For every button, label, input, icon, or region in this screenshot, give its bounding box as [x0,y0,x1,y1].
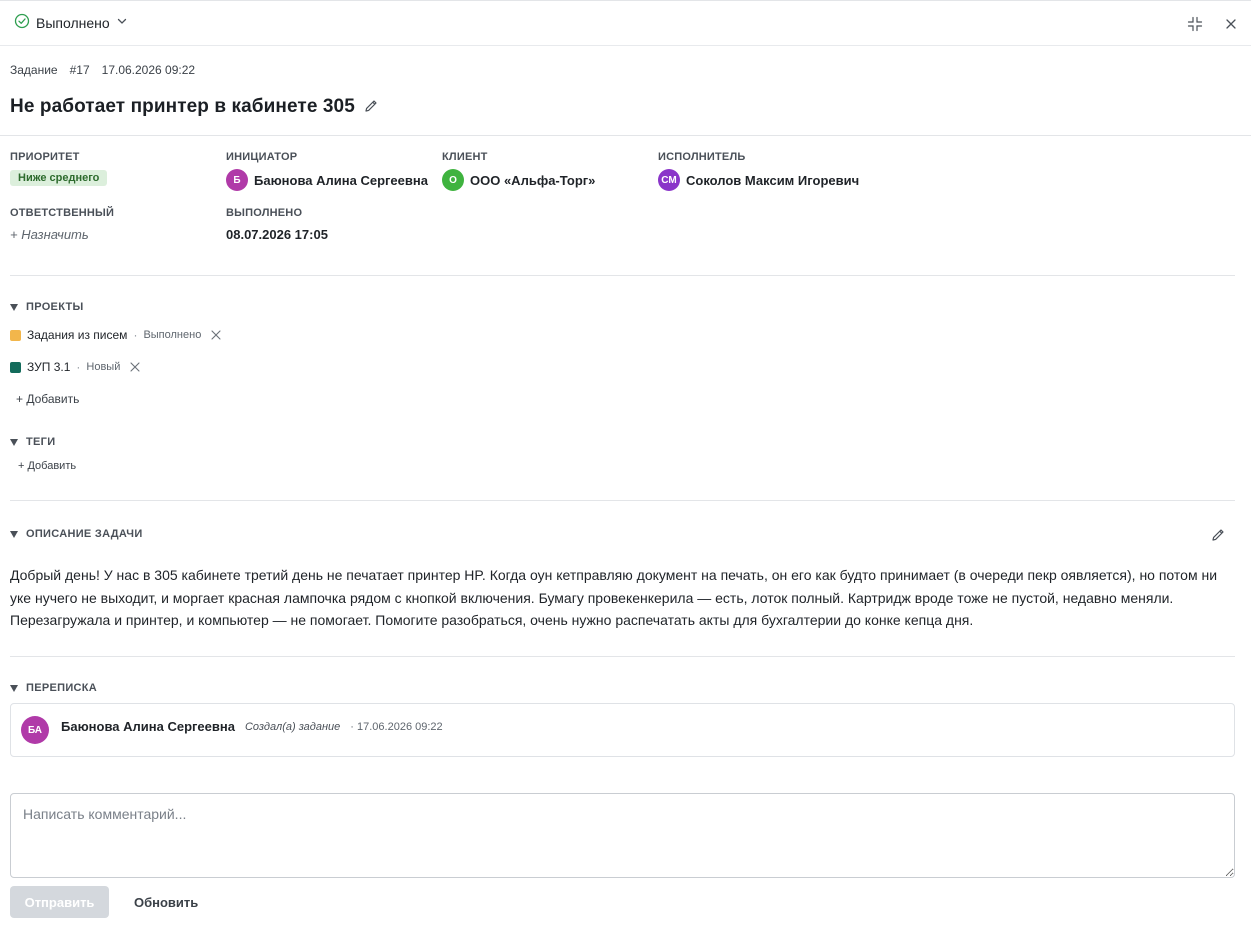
send-button[interactable]: Отправить [10,886,109,918]
triangle-down-icon [10,530,18,538]
status-label: Выполнено [36,14,110,31]
projects-title: ПРОЕКТЫ [26,301,84,313]
responsible-field: ОТВЕТСТВЕННЫЙ + Назначить [10,207,114,242]
project-status: Выполнено [143,329,202,341]
client-avatar: О [442,169,464,191]
pencil-icon[interactable] [363,98,379,117]
triangle-down-icon [10,303,18,311]
title-row: Не работает принтер в кабинете 305 [10,96,379,118]
executor-avatar: СМ [658,169,680,191]
add-project-link[interactable]: + Добавить [16,392,79,406]
executor-name[interactable]: Соколов Максим Игоревич [686,173,859,188]
close-icon[interactable] [1221,14,1241,34]
status-dropdown[interactable]: Выполнено [14,13,128,32]
description-section-toggle[interactable]: ОПИСАНИЕ ЗАДАЧИ [10,528,143,540]
initiator-label: ИНИЦИАТОР [226,151,298,163]
project-status: Новый [86,361,121,373]
task-number: #17 [69,63,90,77]
initiator-field: ИНИЦИАТОР Б Баюнова Алина Сергеевна [226,151,428,191]
tags-section-toggle[interactable]: ТЕГИ [10,436,55,448]
check-circle-icon [14,13,30,32]
completed-field: ВЫПОЛНЕНО 08.07.2026 17:05 [226,207,328,242]
priority-badge[interactable]: Ниже среднего [10,170,108,186]
client-name[interactable]: ООО «Альфа-Торг» [470,173,595,188]
project-name: ЗУП 3.1 [27,360,71,374]
completed-value: 08.07.2026 17:05 [226,227,328,242]
project-item[interactable]: ЗУП 3.1 · Новый [10,360,140,374]
completed-label: ВЫПОЛНЕНО [226,207,303,219]
task-type: Задание [10,63,58,77]
comment-author[interactable]: Баюнова Алина Сергеевна [61,719,235,734]
description-title: ОПИСАНИЕ ЗАДАЧИ [26,528,143,540]
tags-title: ТЕГИ [26,436,56,448]
task-meta: Задание #17 17.06.2026 09:22 [10,63,195,77]
comment-input[interactable] [10,793,1235,878]
add-tag-link[interactable]: + Добавить [18,460,76,472]
correspondence-section-toggle[interactable]: ПЕРЕПИСКА [10,682,97,694]
top-bar: Выполнено [0,0,1251,46]
project-name: Задания из писем [27,328,128,342]
client-label: КЛИЕНТ [442,151,488,163]
separator-dot: · [133,328,138,342]
divider [10,500,1235,501]
executor-label: ИСПОЛНИТЕЛЬ [658,151,746,163]
avatar: БА [21,716,49,744]
comment-card: БА Баюнова Алина Сергеевна Создал(а) зад… [10,703,1235,757]
initiator-name[interactable]: Баюнова Алина Сергеевна [254,173,428,188]
priority-label: ПРИОРИТЕТ [10,151,80,163]
project-color-swatch [10,361,21,373]
separator-dot: · [76,360,81,374]
task-created: 17.06.2026 09:22 [101,63,196,77]
priority-field: ПРИОРИТЕТ Ниже среднего [10,151,108,186]
assign-link[interactable]: + Назначить [10,227,89,242]
responsible-label: ОТВЕТСТВЕННЫЙ [10,207,115,219]
correspondence-title: ПЕРЕПИСКА [26,682,98,694]
description-text: Добрый день! У нас в 305 кабинете третий… [10,567,1218,628]
project-item[interactable]: Задания из писем · Выполнено [10,328,221,342]
projects-section-toggle[interactable]: ПРОЕКТЫ [10,301,84,313]
edit-description-icon[interactable] [1210,527,1226,546]
project-color-swatch [10,329,21,341]
refresh-button[interactable]: Обновить [122,886,210,918]
remove-project-icon[interactable] [211,330,221,340]
remove-project-icon[interactable] [130,362,140,372]
executor-field: ИСПОЛНИТЕЛЬ СМ Соколов Максим Игоревич [658,151,859,191]
divider [10,656,1235,657]
initiator-avatar: Б [226,169,248,191]
comment-action: Создал(а) задание [244,720,341,733]
collapse-icon[interactable] [1185,14,1205,34]
chevron-down-icon [116,15,128,30]
comment-time: · 17.06.2026 09:22 [350,720,443,733]
client-field: КЛИЕНТ О ООО «Альфа-Торг» [442,151,595,191]
divider [10,275,1235,276]
triangle-down-icon [10,684,18,692]
triangle-down-icon [10,438,18,446]
divider [0,135,1251,136]
page-title: Не работает принтер в кабинете 305 [10,96,355,117]
